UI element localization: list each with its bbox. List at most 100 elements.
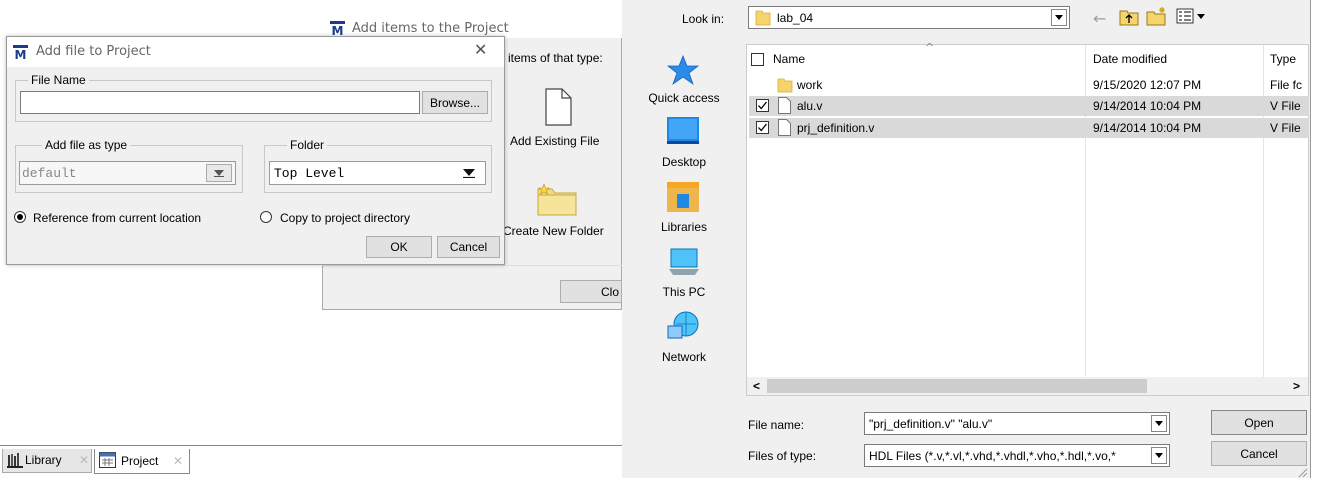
add-existing-file-label[interactable]: Add Existing File [510, 134, 599, 148]
tab-project[interactable]: Project ✕ [94, 449, 190, 474]
scrollbar-thumb[interactable] [767, 379, 1147, 393]
look-in-label: Look in: [682, 12, 725, 26]
column-type-header[interactable]: Type [1270, 52, 1296, 66]
modelsim-logo-icon: M [13, 45, 28, 60]
close-icon[interactable]: ✕ [173, 454, 183, 468]
ok-button[interactable]: OK [366, 236, 432, 258]
file-type: V File [1270, 99, 1301, 113]
file-name-value: "prj_definition.v" "alu.v" [869, 417, 993, 431]
folder-select[interactable]: Top Level [269, 161, 486, 185]
svg-text:M: M [15, 48, 27, 60]
file-icon [778, 119, 791, 136]
file-type-combobox[interactable]: HDL Files (*.v,*.vl,*.vhd,*.vhdl,*.vho,*… [864, 444, 1170, 467]
file-type-select[interactable]: default [19, 161, 236, 185]
cancel-button-label: Cancel [449, 240, 488, 254]
open-dialog-cancel-button[interactable]: Cancel [1211, 441, 1307, 466]
open-button-label: Open [1244, 415, 1274, 430]
file-name: alu.v [797, 99, 823, 113]
close-icon[interactable]: ✕ [474, 40, 487, 59]
project-icon [99, 452, 116, 468]
file-name-input[interactable] [20, 91, 420, 114]
ok-button-label: OK [390, 240, 408, 254]
places-libraries[interactable]: Libraries [634, 220, 734, 234]
new-folder-icon[interactable] [1146, 6, 1168, 26]
svg-text:M: M [332, 24, 344, 36]
chevron-down-icon[interactable] [1151, 415, 1167, 432]
file-date: 9/14/2014 10:04 PM [1093, 121, 1202, 135]
row-checkbox[interactable] [756, 121, 769, 134]
tab-library-label: Library [25, 453, 62, 467]
table-row[interactable]: work 9/15/2020 12:07 PM File fc [749, 75, 1309, 95]
add-items-subtitle: items of that type: [508, 51, 603, 65]
radio-reference-label[interactable]: Reference from current location [33, 211, 201, 225]
chevron-down-icon[interactable] [456, 164, 482, 182]
tab-project-label: Project [121, 454, 159, 468]
add-existing-file-icon[interactable] [543, 88, 573, 126]
file-list[interactable]: Name ^ Date modified Type work 9/15/2020… [746, 41, 1309, 396]
file-type: V File [1270, 121, 1301, 135]
browse-button[interactable]: Browse... [422, 91, 488, 114]
column-date-header[interactable]: Date modified [1093, 52, 1167, 66]
back-arrow-icon[interactable]: ← [1093, 9, 1106, 28]
row-checkbox[interactable] [756, 99, 769, 112]
divider [322, 265, 622, 266]
cancel-button[interactable]: Cancel [437, 236, 500, 258]
network-icon[interactable] [667, 310, 701, 342]
browse-button-label: Browse... [429, 95, 480, 110]
places-network[interactable]: Network [634, 350, 734, 364]
this-pc-icon[interactable] [667, 247, 701, 277]
create-folder-icon[interactable] [536, 183, 578, 217]
file-name: work [797, 78, 823, 92]
select-all-checkbox[interactable] [751, 53, 764, 66]
add-items-title: Add items to the Project [352, 21, 509, 36]
places-desktop[interactable]: Desktop [634, 155, 734, 169]
look-in-value: lab_04 [777, 11, 814, 25]
close-icon[interactable]: ✕ [79, 453, 89, 467]
close-button[interactable]: Clo [560, 280, 622, 303]
look-in-select[interactable]: lab_04 [748, 6, 1070, 29]
radio-copy-label[interactable]: Copy to project directory [280, 211, 410, 225]
file-type-value: default [22, 166, 77, 181]
radio-copy[interactable] [260, 211, 272, 223]
file-type-label: Files of type: [748, 449, 817, 463]
file-type-filter-value: HDL Files (*.v,*.vl,*.vhd,*.vhdl,*.vho,*… [869, 449, 1116, 463]
folder-icon [777, 78, 793, 93]
desktop-icon[interactable] [667, 117, 699, 145]
column-name-header[interactable]: Name [773, 52, 805, 66]
view-menu-icon[interactable] [1176, 8, 1206, 24]
file-type-group-label: Add file as type [42, 138, 131, 152]
file-name-combobox[interactable]: "prj_definition.v" "alu.v" [864, 412, 1170, 435]
add-file-title: Add file to Project [36, 44, 151, 59]
libraries-icon[interactable] [667, 182, 699, 212]
tab-library[interactable]: Library ✕ [2, 449, 92, 473]
folder-group-label: Folder [287, 138, 328, 152]
chevron-down-icon[interactable] [206, 164, 232, 182]
background-document-edge [1310, 0, 1318, 478]
file-date: 9/14/2014 10:04 PM [1093, 99, 1202, 113]
resize-grip-icon[interactable] [1296, 466, 1308, 478]
close-button-label: Clo [600, 284, 619, 299]
table-row[interactable]: alu.v 9/14/2014 10:04 PM V File [749, 96, 1309, 116]
scroll-right-icon[interactable]: > [1293, 379, 1300, 393]
file-name-label: File name: [748, 418, 805, 432]
chevron-down-icon[interactable] [1151, 447, 1167, 464]
library-icon [7, 453, 23, 468]
horizontal-scrollbar[interactable]: < > [747, 377, 1308, 395]
open-dialog-cancel-label: Cancel [1240, 446, 1278, 461]
file-date: 9/15/2020 12:07 PM [1093, 78, 1202, 92]
places-this-pc[interactable]: This PC [634, 285, 734, 299]
radio-reference[interactable] [14, 211, 26, 223]
up-folder-icon[interactable] [1119, 8, 1139, 26]
table-row[interactable]: prj_definition.v 9/14/2014 10:04 PM V Fi… [749, 118, 1309, 138]
create-folder-label[interactable]: Create New Folder [503, 224, 604, 238]
places-quick-access[interactable]: Quick access [634, 91, 734, 105]
sort-ascending-icon: ^ [925, 41, 935, 54]
folder-icon [755, 10, 771, 26]
quick-access-icon[interactable] [667, 54, 699, 86]
file-icon [778, 97, 791, 114]
file-type: File fc [1270, 78, 1303, 92]
chevron-down-icon[interactable] [1051, 9, 1067, 26]
scroll-left-icon[interactable]: < [753, 379, 760, 393]
open-button[interactable]: Open [1211, 410, 1307, 435]
file-name-group-label: File Name [28, 73, 89, 87]
